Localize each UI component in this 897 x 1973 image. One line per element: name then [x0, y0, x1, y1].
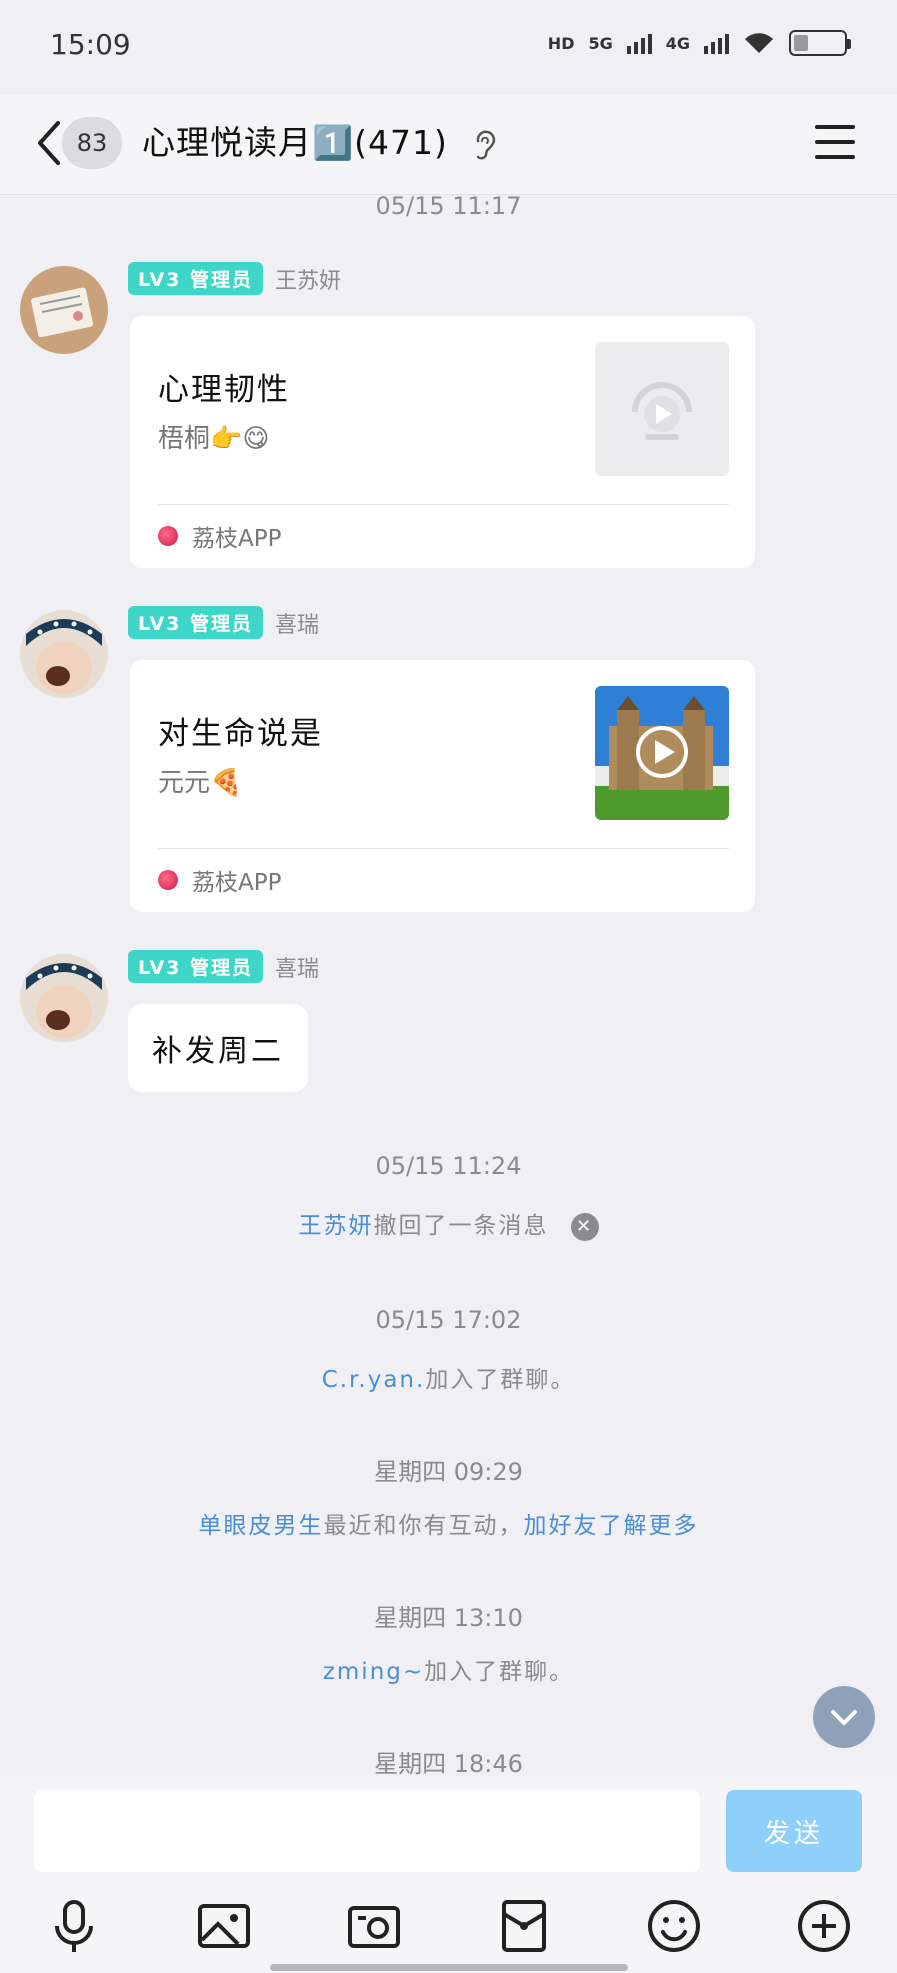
castle-thumbnail	[595, 686, 729, 820]
card-divider	[158, 504, 729, 505]
timestamp: 05/15 11:17	[375, 196, 522, 220]
sender-row: LV3 管理员 喜瑞	[128, 950, 319, 983]
battery-icon	[789, 30, 851, 56]
sender-name[interactable]: 喜瑞	[275, 607, 319, 639]
user-link[interactable]: zming~	[323, 1659, 424, 1685]
unread-count-badge[interactable]: 83	[62, 117, 122, 169]
avatar[interactable]	[20, 266, 108, 354]
chat-title: 心理悦读月1️⃣(471)	[142, 123, 448, 162]
admin-badge: LV3 管理员	[128, 950, 264, 983]
red-packet-icon[interactable]	[494, 1896, 554, 1956]
sender-row: LV3 管理员 王苏妍	[128, 262, 341, 295]
timestamp: 星期四 09:29	[374, 1458, 523, 1486]
status-icons: HD 5G 4G	[547, 30, 851, 56]
signal-4g-label: 4G	[665, 33, 690, 53]
wifi-icon	[745, 33, 773, 53]
user-link[interactable]: C.r.yan.	[322, 1367, 426, 1393]
emoji-icon[interactable]	[644, 1896, 704, 1956]
avatar[interactable]	[20, 954, 108, 1042]
lizhi-app-icon	[158, 870, 178, 890]
signal-5g-icon	[626, 32, 652, 54]
composer-toolbar	[0, 1896, 897, 1956]
hd-icon: HD	[547, 33, 575, 53]
microphone-icon[interactable]	[44, 1896, 104, 1956]
composer: 发送	[0, 1776, 897, 1973]
menu-icon[interactable]	[815, 125, 855, 161]
signal-4g-icon	[704, 32, 729, 54]
shared-link-card[interactable]: 对生命说是 元元🍕 荔枝APP	[130, 660, 755, 912]
card-title: 心理韧性	[158, 372, 290, 408]
join-text: 加入了群聊。	[424, 1659, 575, 1685]
plus-icon[interactable]	[794, 1896, 854, 1956]
card-subtitle: 梧桐👉😋	[158, 424, 270, 454]
friend-suggestion: 单眼皮男生最近和你有互动，加好友了解更多	[0, 1506, 897, 1540]
admin-badge: LV3 管理员	[128, 606, 264, 639]
close-icon[interactable]: ✕	[570, 1212, 599, 1241]
timestamp: 05/15 17:02	[375, 1306, 522, 1334]
user-link[interactable]: 王苏妍	[299, 1213, 374, 1239]
camera-icon[interactable]	[344, 1896, 404, 1956]
join-notice: zming~加入了群聊。	[0, 1652, 897, 1686]
join-notice: C.r.yan.加入了群聊。	[0, 1360, 897, 1394]
timestamp: 星期四 18:46	[374, 1750, 523, 1776]
source-label: 荔枝APP	[192, 870, 282, 896]
card-title: 对生命说是	[158, 716, 323, 752]
scroll-to-bottom-button[interactable]	[813, 1686, 875, 1748]
message-feed[interactable]: 05/15 11:17 LV3 管理员 王苏妍 心理韧性 梧桐👉😋 荔枝APP …	[0, 196, 897, 1776]
chat-header: 83 心理悦读月1️⃣(471)	[0, 95, 897, 195]
lizhi-app-icon	[158, 526, 178, 546]
send-button[interactable]: 发送	[726, 1790, 862, 1872]
signal-5g-label: 5G	[588, 33, 613, 53]
suggestion-text: 最近和你有互动，	[323, 1513, 524, 1539]
placeholder-thumbnail	[595, 342, 729, 476]
card-divider	[158, 848, 729, 849]
card-subtitle: 元元🍕	[158, 768, 243, 798]
timestamp: 05/15 11:24	[375, 1152, 522, 1180]
message-input[interactable]	[34, 1790, 700, 1872]
shared-link-card[interactable]: 心理韧性 梧桐👉😋 荔枝APP	[130, 316, 755, 568]
home-indicator[interactable]	[270, 1964, 628, 1971]
recall-notice: 王苏妍撤回了一条消息 ✕	[0, 1206, 897, 1241]
card-source: 荔枝APP	[158, 860, 281, 900]
status-bar: 15:09 HD 5G 4G	[0, 0, 897, 95]
add-friend-link[interactable]: 加好友了解更多	[524, 1513, 699, 1539]
user-link[interactable]: 单眼皮男生	[199, 1513, 324, 1539]
card-source: 荔枝APP	[158, 516, 281, 556]
join-text: 加入了群聊。	[425, 1367, 576, 1393]
ear-icon[interactable]	[470, 127, 500, 163]
sender-row: LV3 管理员 喜瑞	[128, 606, 319, 639]
image-icon[interactable]	[194, 1896, 254, 1956]
admin-badge: LV3 管理员	[128, 262, 264, 295]
recall-text: 撤回了一条消息	[373, 1213, 549, 1239]
source-label: 荔枝APP	[192, 526, 282, 552]
timestamp: 星期四 13:10	[374, 1604, 523, 1632]
chevron-down-icon	[831, 1710, 857, 1725]
sender-name[interactable]: 王苏妍	[275, 263, 341, 295]
status-time: 15:09	[50, 28, 131, 61]
sender-name[interactable]: 喜瑞	[275, 951, 319, 983]
text-message-bubble[interactable]: 补发周二	[128, 1004, 308, 1092]
avatar[interactable]	[20, 610, 108, 698]
